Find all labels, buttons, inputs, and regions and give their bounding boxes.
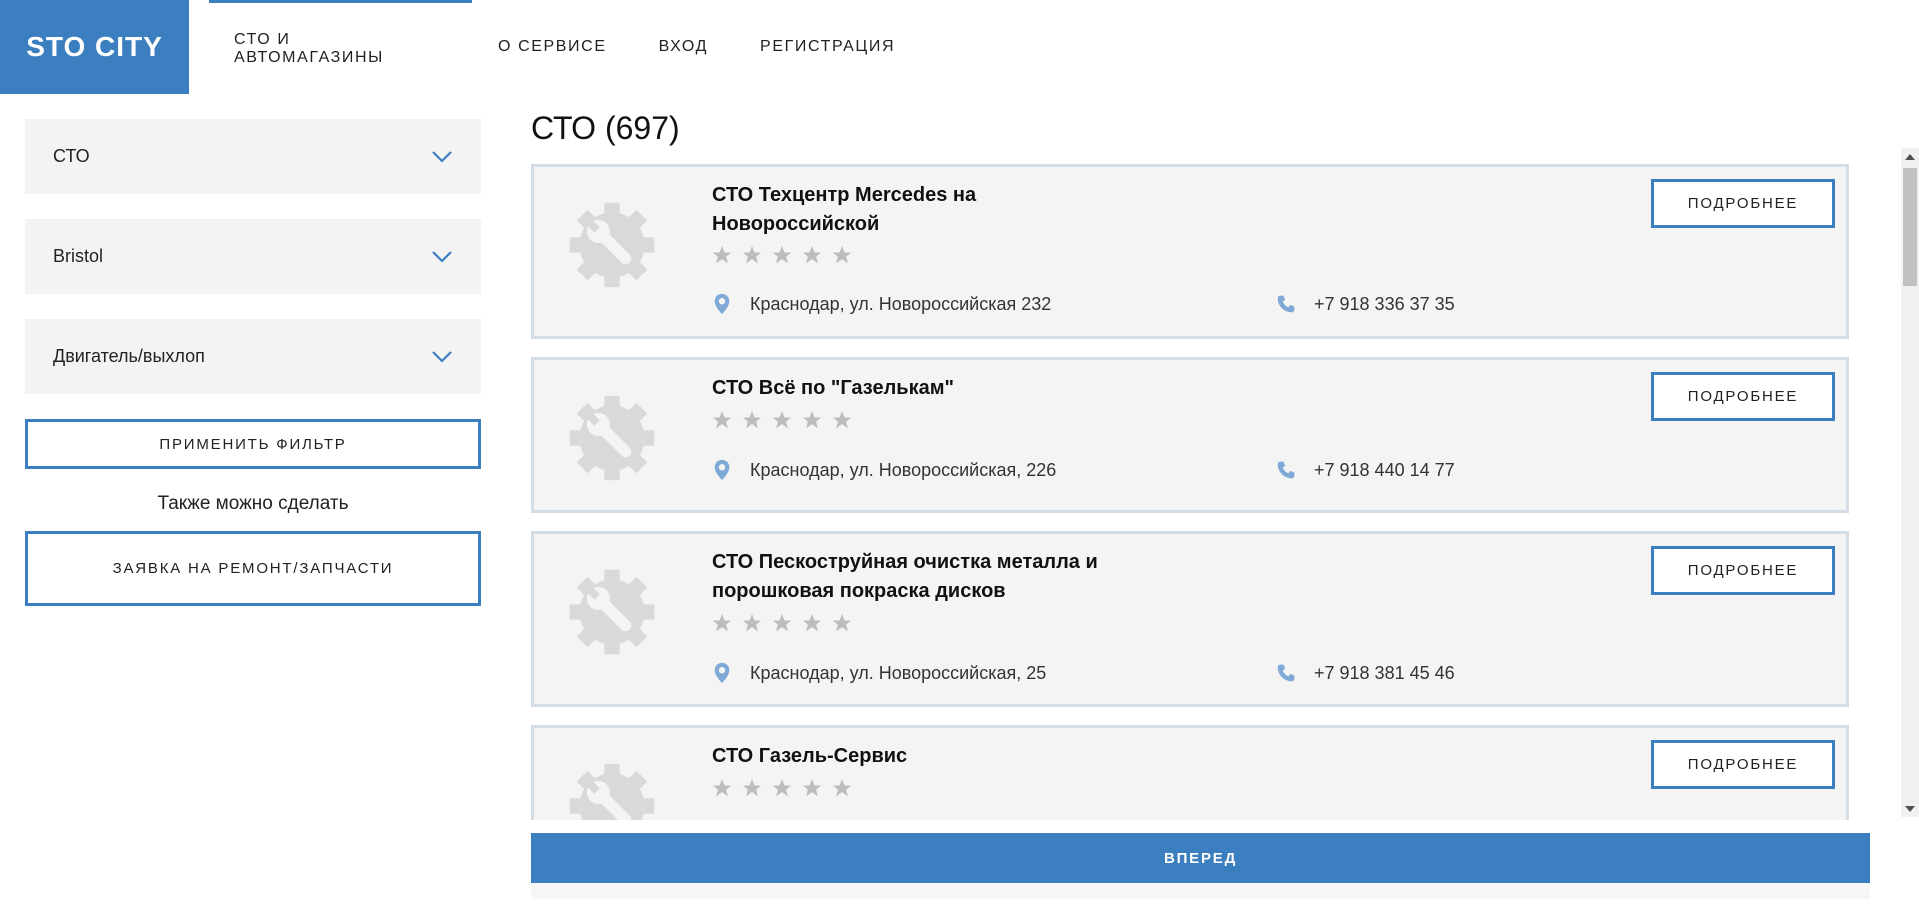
chevron-down-icon [432,350,452,363]
logo[interactable]: STO CITY [0,0,189,94]
phone-text[interactable]: +7 918 440 14 77 [1314,460,1455,481]
card-title[interactable]: СТО Пескоструйная очистка металла и поро… [712,548,1112,606]
main-content: СТО (697) [531,108,1849,148]
filter-sidebar: СТО Bristol Двигатель/выхлоп ПРИМЕНИТЬ Ф… [25,119,481,606]
forward-button[interactable]: ВПЕРЕД [531,833,1870,883]
list-item: СТО Техцентр Mercedes на Новороссийской … [531,164,1849,339]
star-icon [712,410,732,429]
gear-wrench-icon [569,202,655,288]
details-button[interactable]: ПОДРОБНЕЕ [1651,179,1835,228]
nav-item-sto[interactable]: СТО И АВТОМАГАЗИНЫ [209,0,472,94]
scroll-thumb[interactable] [1903,168,1917,286]
phone: +7 918 381 45 46 [1276,662,1455,684]
main-nav: СТО И АВТОМАГАЗИНЫ О СЕРВИСЕ ВХОД РЕГИСТ… [209,0,921,94]
scroll-up-arrow-icon[interactable] [1901,148,1919,165]
rating-stars [712,410,852,430]
details-button[interactable]: ПОДРОБНЕЕ [1651,372,1835,421]
list-item: СТО Всё по "Газелькам" Краснодар, ул. Но… [531,357,1849,513]
card-title[interactable]: СТО Газель-Сервис [712,742,1112,771]
star-icon [772,613,792,632]
star-icon [772,410,792,429]
star-icon [832,778,852,797]
star-icon [772,778,792,797]
phone-icon [1277,461,1295,479]
category-select[interactable]: СТО [25,119,481,194]
star-icon [832,245,852,264]
rating-stars [712,613,852,633]
star-icon [802,245,822,264]
nav-item-login[interactable]: ВХОД [633,0,734,94]
star-icon [832,410,852,429]
star-icon [712,778,732,797]
star-icon [832,613,852,632]
header: STO CITY СТО И АВТОМАГАЗИНЫ О СЕРВИСЕ ВХ… [0,0,1919,94]
chevron-down-icon [432,250,452,263]
also-text: Также можно сделать [157,493,349,514]
phone-icon [1277,664,1295,682]
address: Краснодар, ул. Новороссийская, 226 [712,459,1056,481]
service-select[interactable]: Двигатель/выхлоп [25,319,481,394]
phone-text[interactable]: +7 918 336 37 35 [1314,294,1455,315]
list-item: СТО Пескоструйная очистка металла и поро… [531,531,1849,707]
phone: +7 918 440 14 77 [1276,459,1455,481]
brand-select-value: Bristol [53,246,104,266]
phone-icon [1277,295,1295,313]
map-pin-icon [714,662,730,684]
phone-text[interactable]: +7 918 381 45 46 [1314,663,1455,684]
card-title[interactable]: СТО Всё по "Газелькам" [712,374,1112,403]
results-list: СТО Техцентр Mercedes на Новороссийской … [531,164,1850,820]
address: Краснодар, ул. Новороссийская 232 [712,293,1051,315]
rating-stars [712,245,852,265]
card-title[interactable]: СТО Техцентр Mercedes на Новороссийской [712,181,1112,239]
gear-wrench-icon [569,395,655,481]
star-icon [772,245,792,264]
rating-stars [712,778,852,798]
nav-item-about[interactable]: О СЕРВИСЕ [472,0,633,94]
map-pin-icon [714,293,730,315]
address: Краснодар, ул. Новороссийская, 25 [712,662,1046,684]
repair-request-button[interactable]: ЗАЯВКА НА РЕМОНТ/ЗАПЧАСТИ [25,531,481,606]
list-scrollbar[interactable] [1901,148,1919,817]
star-icon [802,613,822,632]
star-icon [802,410,822,429]
details-button[interactable]: ПОДРОБНЕЕ [1651,740,1835,789]
category-select-value: СТО [53,146,90,166]
address-text: Краснодар, ул. Новороссийская, 226 [750,459,1057,480]
gear-wrench-icon [569,569,655,655]
star-icon [742,613,762,632]
list-item: СТО Газель-Сервис ПОДРОБНЕЕ [531,725,1849,820]
phone: +7 918 336 37 35 [1276,293,1455,315]
star-icon [712,613,732,632]
brand-select[interactable]: Bristol [25,219,481,294]
bottom-strip [531,883,1870,899]
star-icon [742,245,762,264]
star-icon [742,778,762,797]
apply-filter-button[interactable]: ПРИМЕНИТЬ ФИЛЬТР [25,419,481,469]
star-icon [712,245,732,264]
gear-wrench-icon [569,763,655,820]
map-pin-icon [714,459,730,481]
star-icon [802,778,822,797]
star-icon [742,410,762,429]
details-button[interactable]: ПОДРОБНЕЕ [1651,546,1835,595]
page-title: СТО (697) [531,110,680,146]
address-text: Краснодар, ул. Новороссийская, 25 [750,662,1047,683]
scroll-down-arrow-icon[interactable] [1901,800,1919,817]
address-text: Краснодар, ул. Новороссийская 232 [750,293,1052,314]
chevron-down-icon [432,150,452,163]
service-select-value: Двигатель/выхлоп [53,346,205,366]
nav-item-register[interactable]: РЕГИСТРАЦИЯ [734,0,921,94]
